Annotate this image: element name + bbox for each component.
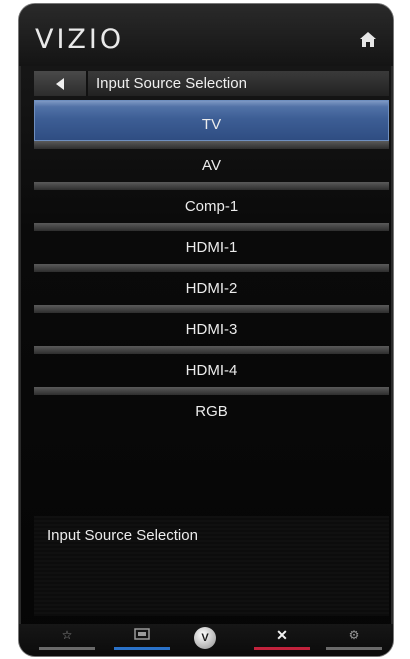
option-label: HDMI-2 <box>185 280 238 297</box>
description-panel: Input Source Selection <box>34 516 389 616</box>
bottom-nav: ☆ V ✕ ⚙ <box>19 624 393 656</box>
input-option-tv[interactable]: TV <box>34 100 389 141</box>
close-icon: ✕ <box>276 627 288 643</box>
input-option-hdmi-4[interactable]: HDMI-4 <box>34 346 389 387</box>
option-label: RGB <box>195 403 228 420</box>
input-button[interactable] <box>114 628 170 650</box>
option-label: TV <box>201 116 222 133</box>
menu-header: Input Source Selection <box>34 71 389 96</box>
settings-icon: ⚙ <box>348 628 360 642</box>
remote-screen: VIZIO Input Source Selection TV AV Comp-… <box>19 4 393 656</box>
exit-button[interactable]: ✕ <box>254 628 310 650</box>
button-underline <box>254 647 310 650</box>
button-underline <box>326 647 382 650</box>
input-option-hdmi-3[interactable]: HDMI-3 <box>34 305 389 346</box>
button-underline <box>39 647 95 650</box>
favorites-button[interactable]: ☆ <box>39 628 95 650</box>
top-bar: VIZIO <box>19 4 393 66</box>
input-option-hdmi-1[interactable]: HDMI-1 <box>34 223 389 264</box>
option-label: AV <box>202 157 221 174</box>
input-option-hdmi-2[interactable]: HDMI-2 <box>34 264 389 305</box>
option-label: HDMI-3 <box>185 321 238 338</box>
input-option-av[interactable]: AV <box>34 141 389 182</box>
button-underline <box>114 647 170 650</box>
vizio-v-icon[interactable]: V <box>194 627 216 649</box>
option-label: HDMI-1 <box>185 239 238 256</box>
option-label: Comp-1 <box>184 198 239 215</box>
input-option-rgb[interactable]: RGB <box>34 387 389 428</box>
back-button[interactable] <box>34 71 88 96</box>
settings-button[interactable]: ⚙ <box>326 628 382 650</box>
page-title: Input Source Selection <box>96 75 247 92</box>
input-option-comp-1[interactable]: Comp-1 <box>34 182 389 223</box>
option-label: HDMI-4 <box>185 362 238 379</box>
description-text: Input Source Selection <box>47 527 198 544</box>
home-icon[interactable] <box>359 31 377 49</box>
vizio-logo: VIZIO <box>35 24 125 55</box>
input-icon <box>134 628 150 640</box>
star-icon: ☆ <box>61 628 73 642</box>
input-source-list: TV AV Comp-1 HDMI-1 HDMI-2 HDMI-3 HDMI-4… <box>34 100 389 428</box>
back-arrow-icon <box>56 77 64 90</box>
